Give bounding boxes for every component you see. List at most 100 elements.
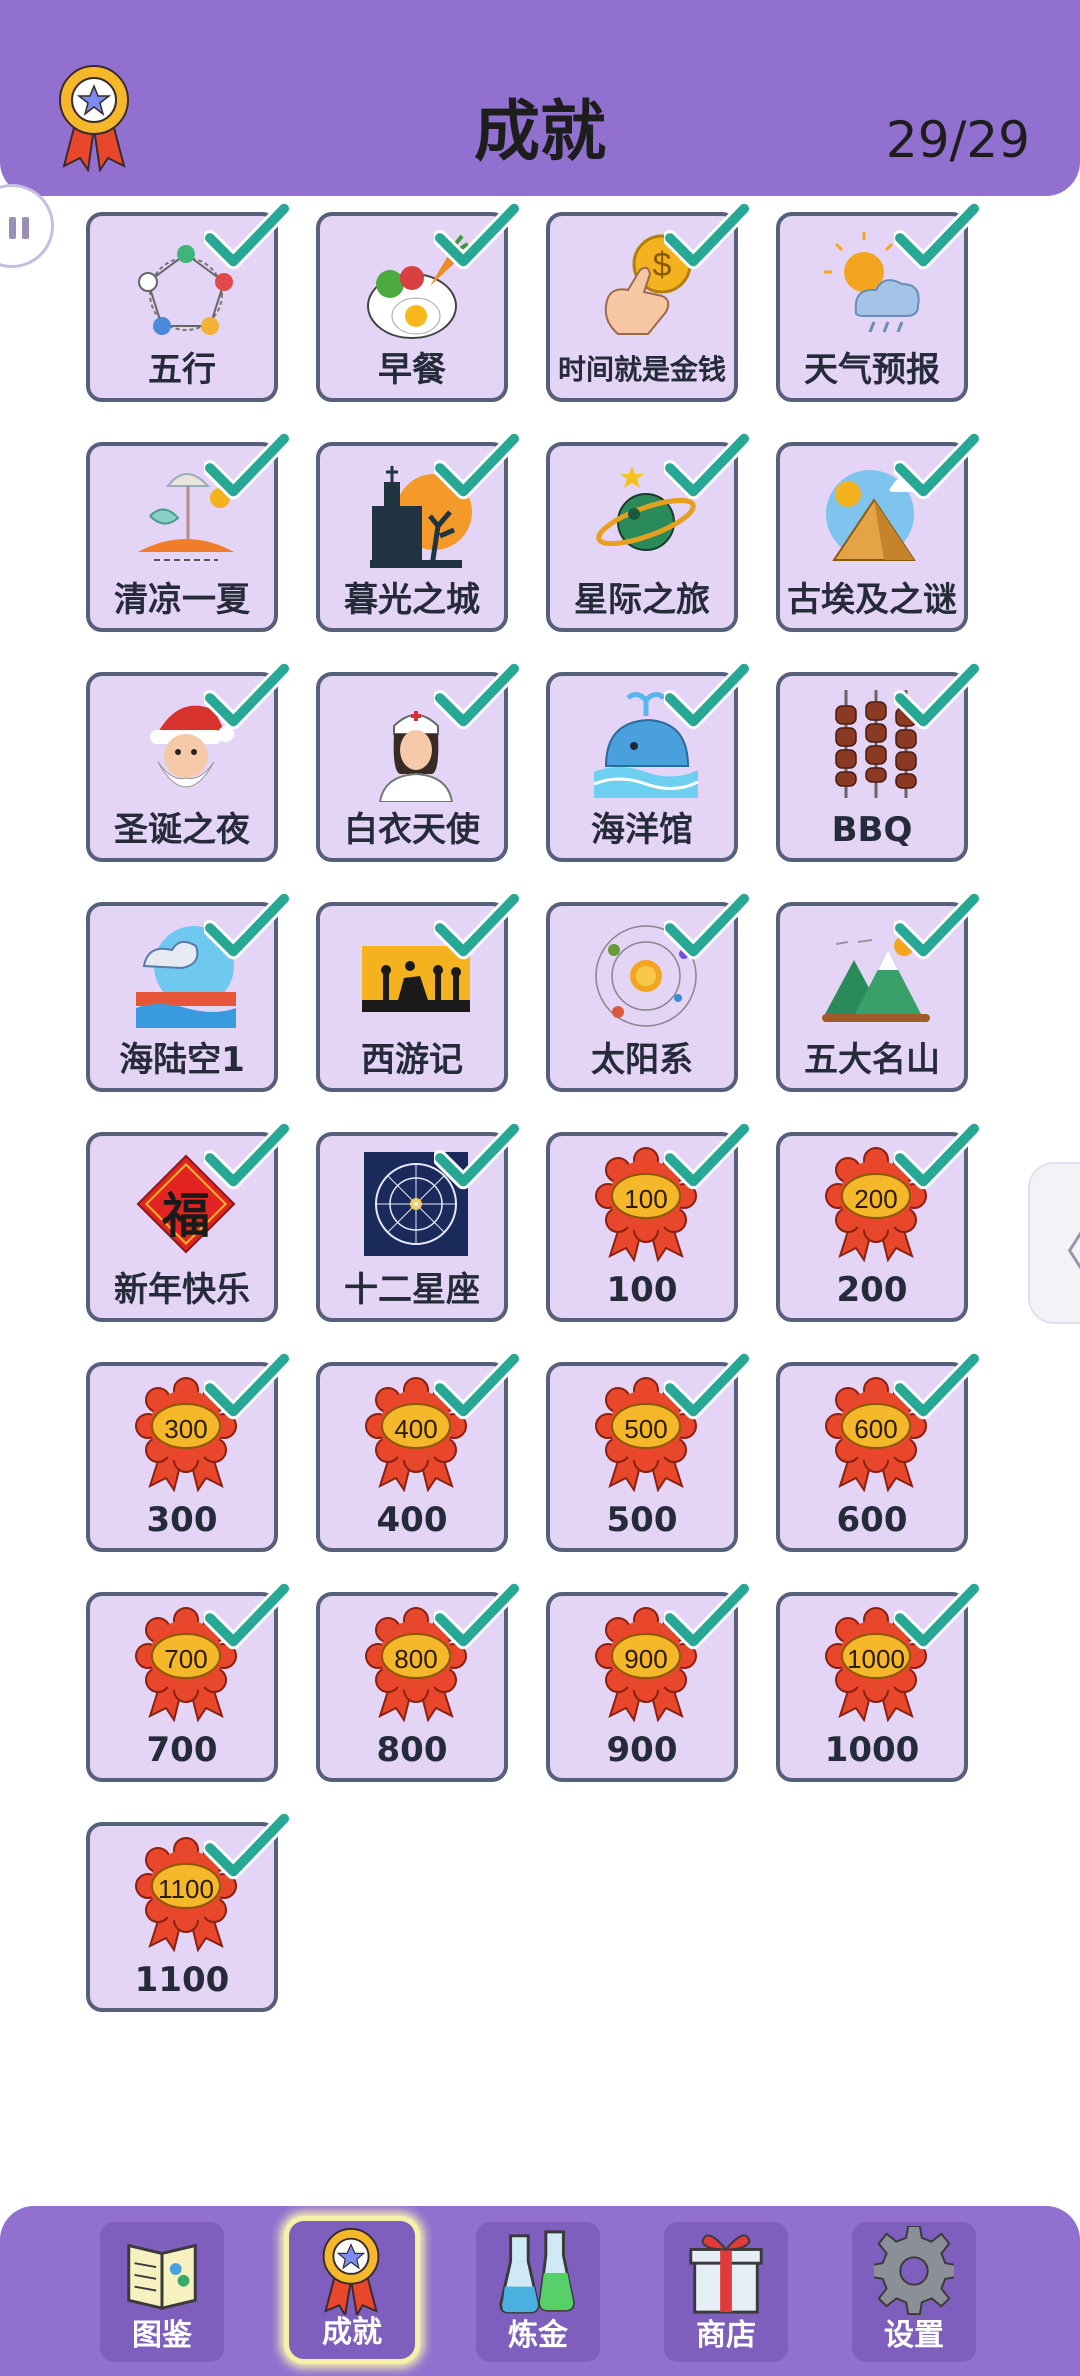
achievement-card[interactable]: 星际之旅 [546, 432, 750, 632]
achievement-card[interactable]: 400 400 [316, 1352, 520, 1552]
checkmark-icon [204, 1582, 290, 1650]
side-drawer-tab[interactable]: 〈 [1028, 1162, 1080, 1324]
achievement-label: 1100 [134, 1960, 230, 2000]
nav-tab-book[interactable]: 图鉴 [100, 2222, 224, 2362]
achievement-card[interactable]: 800 800 [316, 1582, 520, 1782]
nav-tab-medal[interactable]: 成就 [284, 2216, 420, 2364]
achievement-label: 五行 [148, 350, 216, 390]
nav-tab-label: 图鉴 [132, 2318, 192, 2353]
achievement-card[interactable]: 海洋馆 [546, 662, 750, 862]
achievement-card[interactable]: 天气预报 [776, 202, 980, 402]
bottom-nav: 图鉴 成就 炼金 商店 设置 [0, 2206, 1080, 2376]
achievement-card[interactable]: 100 100 [546, 1122, 750, 1322]
achievement-card[interactable]: 圣诞之夜 [86, 662, 290, 862]
achievement-card[interactable]: 十二星座 [316, 1122, 520, 1322]
achievement-card[interactable]: 500 500 [546, 1352, 750, 1552]
achievement-card[interactable]: 五行 [86, 202, 290, 402]
checkmark-icon [204, 202, 290, 270]
achievement-card[interactable]: 1100 1100 [86, 1812, 290, 2012]
achievement-label: 700 [146, 1730, 218, 1770]
achievement-card[interactable]: 1000 1000 [776, 1582, 980, 1782]
checkmark-icon [434, 892, 520, 960]
achievement-card[interactable]: BBQ [776, 662, 980, 862]
checkmark-icon [894, 1582, 980, 1650]
achievement-label: BBQ [831, 810, 913, 850]
achievement-card[interactable]: 海陆空1 [86, 892, 290, 1092]
checkmark-icon [434, 662, 520, 730]
checkmark-icon [204, 432, 290, 500]
checkmark-icon [664, 662, 750, 730]
checkmark-icon [434, 1582, 520, 1650]
checkmark-icon [664, 1582, 750, 1650]
chevron-left-icon: 〈 [1042, 1216, 1080, 1280]
book-icon [127, 2243, 197, 2311]
achievement-label: 古埃及之谜 [787, 580, 957, 620]
flask-icon [499, 2230, 575, 2314]
checkmark-icon [434, 202, 520, 270]
nav-tab-gift[interactable]: 商店 [664, 2222, 788, 2362]
achievement-card[interactable]: 古埃及之谜 [776, 432, 980, 632]
checkmark-icon [664, 892, 750, 960]
achievement-label: 800 [376, 1730, 448, 1770]
pause-button[interactable] [0, 184, 54, 268]
achievement-card[interactable]: 暮光之城 [316, 432, 520, 632]
achievement-card[interactable]: 700 700 [86, 1582, 290, 1782]
checkmark-icon [894, 202, 980, 270]
nav-tab-label: 成就 [322, 2315, 382, 2350]
achievement-label: 圣诞之夜 [114, 810, 250, 850]
checkmark-icon [204, 892, 290, 960]
medal-icon [322, 2227, 380, 2315]
nav-tab-flask[interactable]: 炼金 [476, 2222, 600, 2362]
achievement-label: 600 [836, 1500, 908, 1540]
achievement-label: 新年快乐 [114, 1270, 250, 1310]
achievement-label: 白衣天使 [344, 810, 480, 850]
achievement-card[interactable]: 600 600 [776, 1352, 980, 1552]
achievement-card[interactable]: 早餐 [316, 202, 520, 402]
achievement-label: 西游记 [361, 1040, 463, 1080]
achievement-label: 时间就是金钱 [557, 353, 726, 386]
checkmark-icon [894, 1122, 980, 1190]
nav-tab-label: 设置 [884, 2318, 944, 2353]
achievement-label: 500 [606, 1500, 678, 1540]
achievement-label: 900 [606, 1730, 678, 1770]
checkmark-icon [204, 1812, 290, 1880]
achievement-card[interactable]: 西游记 [316, 892, 520, 1092]
checkmark-icon [894, 892, 980, 960]
achievement-label: 海陆空1 [119, 1040, 245, 1080]
gear-icon [874, 2226, 954, 2316]
nav-tab-gear[interactable]: 设置 [852, 2222, 976, 2362]
achievement-label: 太阳系 [591, 1040, 693, 1080]
achievement-grid: 五行 早餐 $ 时间就是金钱 天气预报清凉一夏 暮光之城 星际之旅 古埃及之谜圣诞之夜 白衣天使… [86, 202, 986, 2032]
checkmark-icon [894, 662, 980, 730]
achievement-label: 星际之旅 [574, 580, 710, 620]
achievement-card[interactable]: 300 300 [86, 1352, 290, 1552]
checkmark-icon [204, 1122, 290, 1190]
header-bar: 成就 29/29 [0, 0, 1080, 196]
achievement-label: 400 [376, 1500, 448, 1540]
achievement-card[interactable]: 900 900 [546, 1582, 750, 1782]
checkmark-icon [434, 432, 520, 500]
checkmark-icon [434, 1352, 520, 1420]
achievement-card[interactable]: 太阳系 [546, 892, 750, 1092]
pause-icon [9, 217, 16, 239]
checkmark-icon [894, 432, 980, 500]
achievement-label: 清凉一夏 [114, 580, 250, 620]
achievement-card[interactable]: 200 200 [776, 1122, 980, 1322]
achievement-label: 五大名山 [804, 1040, 940, 1080]
achievement-label: 十二星座 [344, 1270, 480, 1310]
checkmark-icon [204, 662, 290, 730]
achievement-label: 暮光之城 [344, 580, 480, 620]
achievement-card[interactable]: $ 时间就是金钱 [546, 202, 750, 402]
achievement-card[interactable]: 白衣天使 [316, 662, 520, 862]
achievement-card[interactable]: 清凉一夏 [86, 432, 290, 632]
gift-icon [689, 2234, 763, 2314]
nav-tab-label: 商店 [696, 2318, 756, 2353]
checkmark-icon [664, 432, 750, 500]
achievement-label: 100 [606, 1270, 678, 1310]
achievement-count: 29/29 [885, 111, 1030, 169]
achievement-label: 1000 [824, 1730, 920, 1770]
checkmark-icon [894, 1352, 980, 1420]
achievement-card[interactable]: 福新年快乐 [86, 1122, 290, 1322]
achievement-card[interactable]: 五大名山 [776, 892, 980, 1092]
checkmark-icon [664, 1122, 750, 1190]
